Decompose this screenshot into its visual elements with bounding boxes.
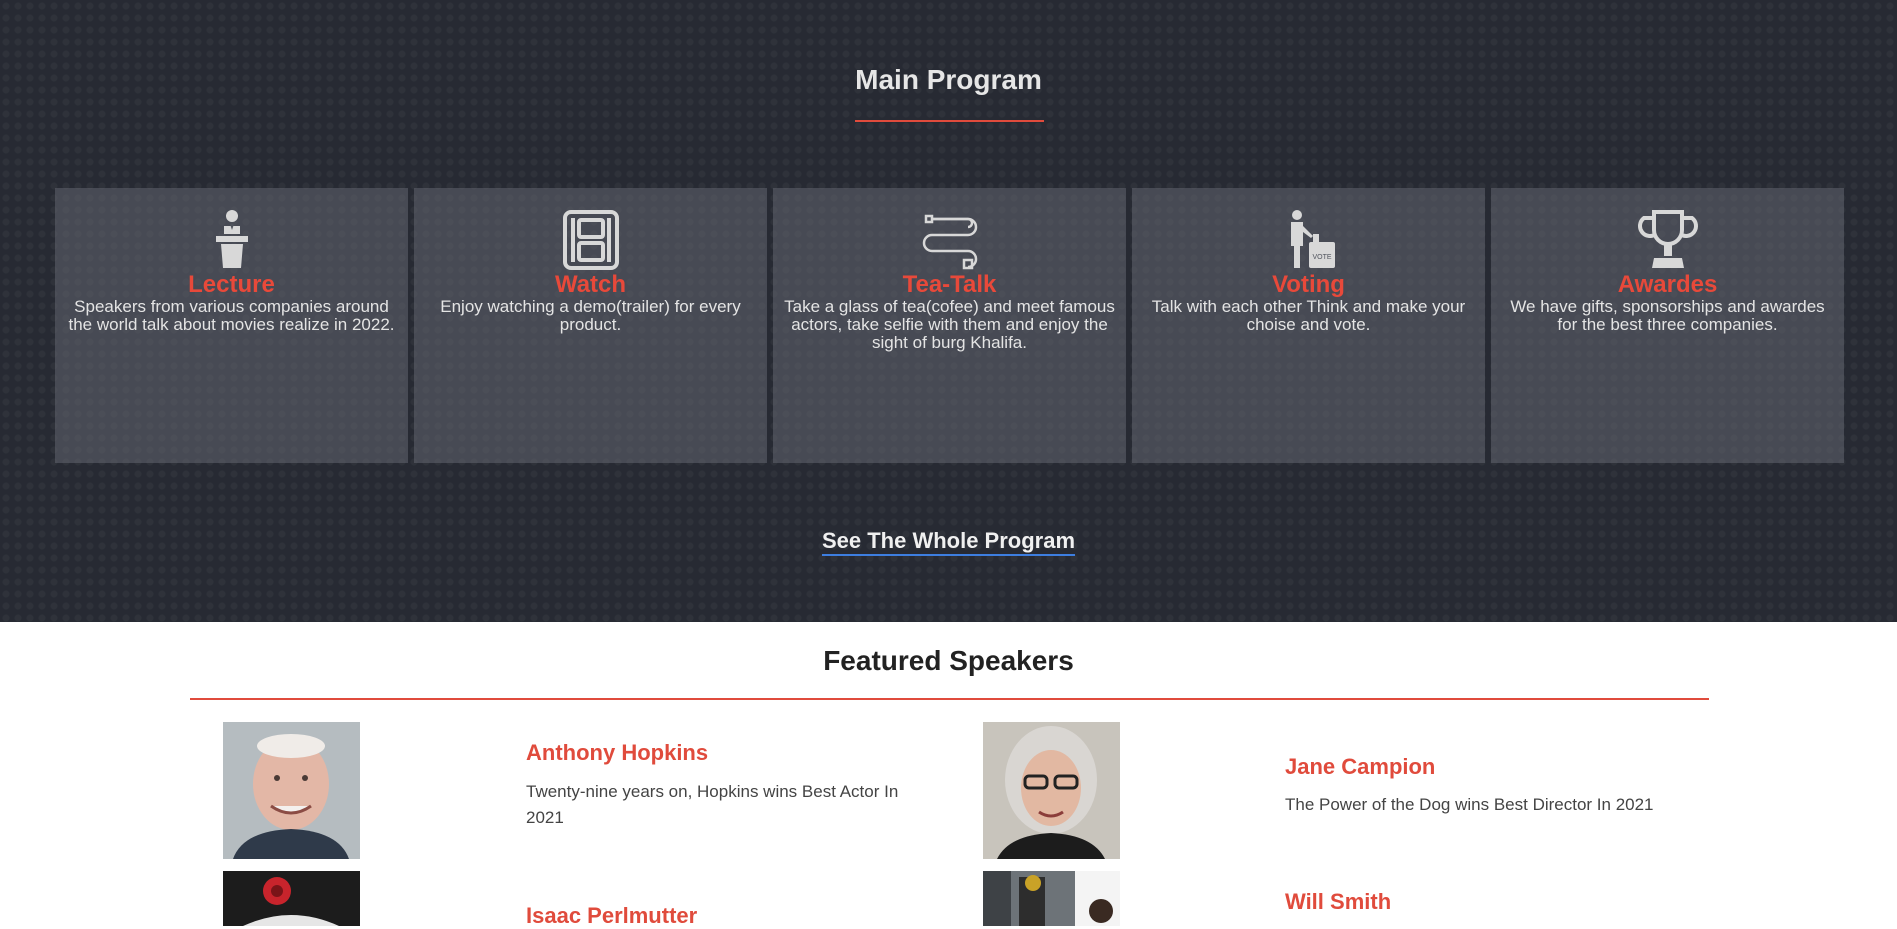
tea-cable-icon [922, 214, 977, 270]
speaker-photo-jane-campion [983, 722, 1120, 859]
speaker-portrait [223, 722, 360, 859]
speaker-name: Will Smith [1285, 889, 1392, 914]
speaker-name: Isaac Perlmutter [526, 903, 698, 928]
speaker-name: Anthony Hopkins [526, 740, 709, 765]
vote-badge-text: VOTE [1312, 254, 1331, 261]
card-title: Lecture [188, 271, 275, 298]
title-divider [855, 120, 1044, 122]
program-card-watch: Watch Enjoy watching a demo(trailer) for… [414, 188, 767, 463]
film-icon [562, 210, 619, 270]
speaker-description: Twenty-nine years on, Hopkins wins Best … [526, 782, 899, 827]
see-program-link-wrap: See The Whole Program [0, 528, 1897, 556]
program-card-lecture: Lecture Speakers from various companies … [55, 188, 408, 463]
card-title: Tea-Talk [902, 271, 997, 298]
speaker-portrait [983, 871, 1120, 926]
speaker-photo-isaac-perlmutter [223, 871, 360, 926]
main-program-title: Main Program [855, 64, 1042, 95]
speaker-portrait [983, 722, 1120, 859]
program-card-voting: VOTE Voting Talk with each other Think a… [1132, 188, 1485, 463]
program-card-tea-talk: Tea-Talk Take a glass of tea(cofee) and … [773, 188, 1126, 463]
speaker-photo-will-smith [983, 871, 1120, 926]
speakers-divider [190, 698, 1709, 700]
voting-icon: VOTE [1290, 210, 1335, 268]
card-description: We have gifts, sponsorships and awardes … [1510, 297, 1825, 334]
card-description: Take a glass of tea(cofee) and meet famo… [784, 297, 1115, 352]
speaker-description: The Power of the Dog wins Best Director … [1285, 795, 1654, 814]
card-title: Awardes [1617, 271, 1718, 298]
speaker-name: Jane Campion [1285, 754, 1436, 779]
card-description: Speakers from various companies around t… [68, 297, 395, 334]
program-card-awardes: Awardes We have gifts, sponsorships and … [1491, 188, 1844, 463]
card-description: Enjoy watching a demo(trailer) for every… [440, 297, 741, 334]
card-title: Voting [1272, 271, 1345, 298]
trophy-icon [1637, 210, 1698, 268]
main-program-section: Main Program Lecture Speakers from vario… [0, 0, 1897, 622]
see-whole-program-link[interactable]: See The Whole Program [821, 528, 1076, 556]
speaker-portrait [223, 871, 360, 926]
lectern-icon [215, 210, 248, 268]
featured-speakers-title: Featured Speakers [823, 645, 1074, 676]
speaker-photo-anthony-hopkins [223, 722, 360, 859]
card-description: Talk with each other Think and make your… [1151, 297, 1466, 334]
card-title: Watch [554, 271, 627, 298]
